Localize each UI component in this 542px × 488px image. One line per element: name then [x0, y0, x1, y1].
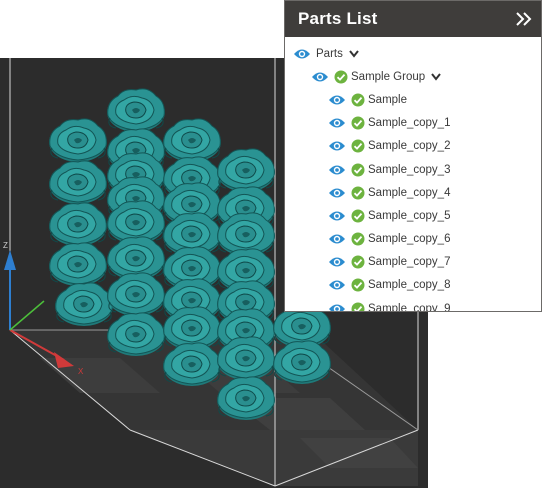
- tree-row-part[interactable]: Sample_copy_4: [285, 181, 541, 204]
- eye-icon[interactable]: [311, 71, 329, 83]
- chevron-down-icon[interactable]: [349, 49, 361, 59]
- eye-icon[interactable]: [328, 117, 346, 129]
- tree-label: Sample_copy_2: [368, 140, 451, 153]
- tree-label: Sample: [368, 93, 407, 106]
- check-circle-icon: [351, 163, 365, 177]
- tree-row-part[interactable]: Sample_copy_1: [285, 112, 541, 135]
- tree-row-part[interactable]: Sample_copy_9: [285, 297, 541, 312]
- check-circle-icon: [351, 186, 365, 200]
- tree-row-part[interactable]: Sample: [285, 88, 541, 111]
- eye-icon[interactable]: [328, 279, 346, 291]
- tree-label: Sample_copy_1: [368, 117, 451, 130]
- eye-icon[interactable]: [328, 164, 346, 176]
- parts-list-panel: Parts List Parts Sample Group Sample Sam…: [284, 0, 542, 312]
- tree-row-part[interactable]: Sample_copy_8: [285, 274, 541, 297]
- eye-icon[interactable]: [328, 233, 346, 245]
- tree-row-part[interactable]: Sample_copy_2: [285, 135, 541, 158]
- tree-label: Sample_copy_8: [368, 279, 451, 292]
- parts-tree: Parts Sample Group Sample Sample_copy_1 …: [285, 37, 541, 312]
- tree-label: Sample_copy_3: [368, 163, 451, 176]
- check-circle-icon: [351, 255, 365, 269]
- tree-label: Sample_copy_6: [368, 233, 451, 246]
- tree-label: Sample_copy_7: [368, 256, 451, 269]
- double-chevron-right-icon[interactable]: [513, 8, 535, 30]
- x-axis-label: X: [78, 367, 84, 376]
- eye-icon[interactable]: [328, 140, 346, 152]
- tree-label: Sample_copy_5: [368, 209, 451, 222]
- tree-label: Sample_copy_4: [368, 186, 451, 199]
- tree-row-part[interactable]: Sample_copy_3: [285, 158, 541, 181]
- check-circle-icon: [351, 209, 365, 223]
- eye-icon[interactable]: [328, 187, 346, 199]
- tree-label: Sample Group: [351, 70, 426, 83]
- eye-icon[interactable]: [293, 48, 311, 60]
- tree-row-part[interactable]: Sample_copy_6: [285, 228, 541, 251]
- eye-icon[interactable]: [328, 256, 346, 268]
- tree-label: Sample_copy_9: [368, 302, 451, 312]
- check-circle-icon: [334, 70, 348, 84]
- check-circle-icon: [351, 116, 365, 130]
- check-circle-icon: [351, 93, 365, 107]
- tree-row-parts[interactable]: Parts: [285, 42, 541, 65]
- check-circle-icon: [351, 278, 365, 292]
- eye-icon[interactable]: [328, 303, 346, 311]
- parts-list-header: Parts List: [285, 1, 541, 37]
- tree-row-group[interactable]: Sample Group: [285, 65, 541, 88]
- tree-row-part[interactable]: Sample_copy_5: [285, 204, 541, 227]
- check-circle-icon: [351, 232, 365, 246]
- eye-icon[interactable]: [328, 210, 346, 222]
- check-circle-icon: [351, 139, 365, 153]
- eye-icon[interactable]: [328, 94, 346, 106]
- tree-row-part[interactable]: Sample_copy_7: [285, 251, 541, 274]
- check-circle-icon: [351, 302, 365, 311]
- panel-title: Parts List: [298, 9, 378, 28]
- chevron-down-icon[interactable]: [431, 72, 443, 82]
- z-axis-label: Z: [3, 241, 8, 250]
- tree-label: Parts: [316, 47, 343, 60]
